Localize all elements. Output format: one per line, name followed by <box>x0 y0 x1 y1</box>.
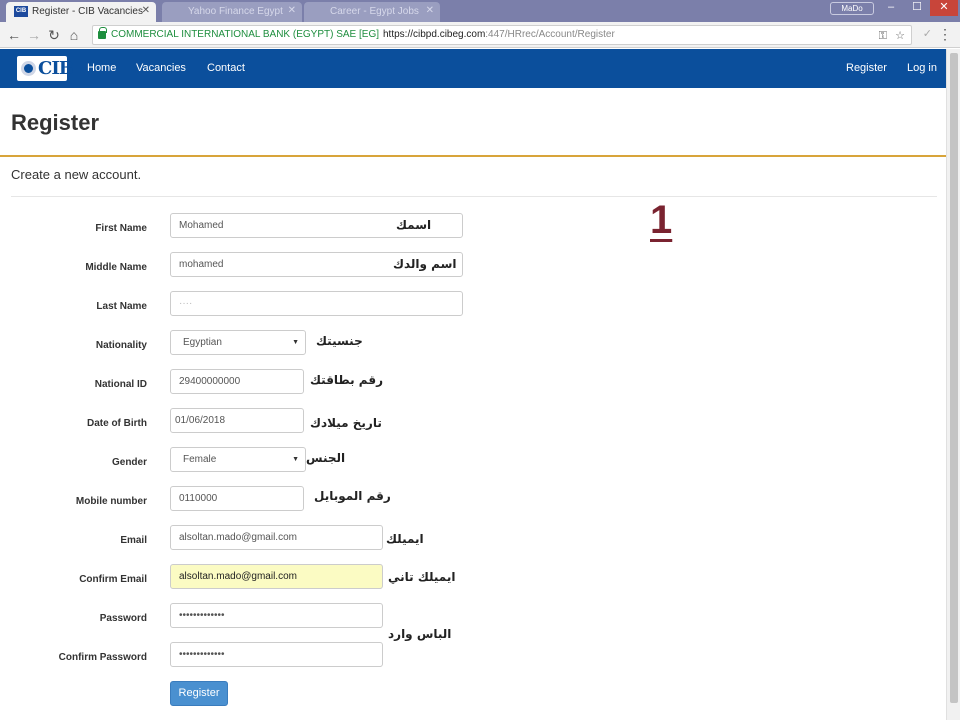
national-id-value: 29400000000 <box>179 376 241 387</box>
first-name-note: اسمك <box>396 218 432 232</box>
email-value: alsoltan.mado@gmail.com <box>179 532 297 543</box>
gender-note: الجنس <box>306 451 346 465</box>
last-name-label: Last Name <box>96 301 147 312</box>
maximize-icon[interactable]: ☐ <box>904 0 930 16</box>
page-scrollbar[interactable] <box>946 49 960 720</box>
cib-logo[interactable]: CIB <box>17 56 74 81</box>
confirm-password-input[interactable]: ••••••••••••• <box>170 642 383 667</box>
menu-icon[interactable]: ⋮ <box>938 26 952 43</box>
certificate-org: COMMERCIAL INTERNATIONAL BANK (EGYPT) SA… <box>111 29 380 40</box>
url-path: :447/HRrec/Account/Register <box>485 29 615 40</box>
page-subtitle: Create a new account. <box>11 167 142 182</box>
cib-favicon-icon: CIB <box>14 6 28 17</box>
browser-toolbar: ← → ↻ ⌂ COMMERCIAL INTERNATIONAL BANK (E… <box>0 22 960 48</box>
browser-title-bar: CIB Register - CIB Vacancies ✕ Yahoo Fin… <box>0 0 960 22</box>
mobile-label: Mobile number <box>75 496 147 507</box>
last-name-value: ···· <box>179 298 193 309</box>
password-label: Password <box>99 613 147 624</box>
nav-vacancies[interactable]: Vacancies <box>136 62 186 74</box>
nationality-label: Nationality <box>95 340 147 351</box>
password-input[interactable]: ••••••••••••• <box>170 603 383 628</box>
confirm-password-label: Confirm Password <box>58 652 147 663</box>
tab-title: Career - Egypt Jobs <box>330 6 419 17</box>
close-window-icon[interactable]: ✕ <box>930 0 958 16</box>
gender-label: Gender <box>111 457 147 468</box>
confirm-password-value: ••••••••••••• <box>179 649 225 660</box>
close-icon[interactable]: ✕ <box>288 5 296 16</box>
last-name-input[interactable]: ···· <box>170 291 463 316</box>
gender-select[interactable]: Female ▼ <box>170 447 306 472</box>
nav-contact[interactable]: Contact <box>207 62 245 74</box>
check-icon[interactable]: ✓ <box>923 27 932 40</box>
mobile-note: رقم الموبايل <box>314 489 391 503</box>
page-title: Register <box>11 110 100 135</box>
url-text: https://cibpd.cibeg.com:447/HRrec/Accoun… <box>383 26 615 44</box>
profile-badge[interactable]: MaDo <box>830 2 874 15</box>
confirm-email-note: ايميلك تاني <box>388 570 456 584</box>
chevron-down-icon: ▼ <box>292 456 299 463</box>
middle-name-note: اسم والدك <box>393 257 457 271</box>
lock-icon <box>98 27 107 39</box>
nationality-note: جنسيتك <box>316 334 363 348</box>
tab-register[interactable]: CIB Register - CIB Vacancies ✕ <box>6 2 156 22</box>
section-divider <box>11 196 937 197</box>
scroll-thumb[interactable] <box>950 53 958 703</box>
close-icon[interactable]: ✕ <box>426 5 434 16</box>
national-id-label: National ID <box>94 379 147 390</box>
back-icon[interactable]: ← <box>6 26 22 44</box>
nav-home[interactable]: Home <box>87 62 116 74</box>
nav-register[interactable]: Register <box>846 62 887 74</box>
tab-title: Yahoo Finance Egypt <box>188 6 283 17</box>
nationality-select[interactable]: Egyptian ▼ <box>170 330 306 355</box>
star-icon[interactable]: ☆ <box>895 27 905 44</box>
password-value: ••••••••••••• <box>179 610 225 621</box>
tab-inactive-1[interactable]: Yahoo Finance Egypt ✕ <box>162 2 302 22</box>
site-navbar: CIB Home Vacancies Contact Register Log … <box>0 49 946 88</box>
tab-inactive-2[interactable]: Career - Egypt Jobs ✕ <box>304 2 440 22</box>
address-bar[interactable]: COMMERCIAL INTERNATIONAL BANK (EGYPT) SA… <box>92 25 912 45</box>
chevron-down-icon: ▼ <box>292 339 299 346</box>
mobile-input[interactable]: 0110000 <box>170 486 304 511</box>
email-label: Email <box>120 535 147 546</box>
home-icon[interactable]: ⌂ <box>66 26 82 44</box>
forward-icon[interactable]: → <box>26 26 42 44</box>
confirm-email-label: Confirm Email <box>79 574 147 585</box>
first-name-value: Mohamed <box>179 220 224 231</box>
reload-icon[interactable]: ↻ <box>46 26 62 44</box>
national-id-note: رقم بطاقتك <box>310 373 383 387</box>
nationality-value: Egyptian <box>183 337 222 348</box>
url-host: https://cibpd.cibeg.com <box>383 29 486 40</box>
title-divider <box>0 155 946 157</box>
minimize-icon[interactable]: – <box>878 0 904 16</box>
first-name-label: First Name <box>95 223 147 234</box>
key-icon[interactable]: ⚿ <box>879 27 887 44</box>
dob-label: Date of Birth <box>87 418 147 429</box>
middle-name-label: Middle Name <box>85 262 147 273</box>
confirm-email-value: alsoltan.mado@gmail.com <box>179 571 297 582</box>
middle-name-value: mohamed <box>179 259 224 270</box>
nav-login[interactable]: Log in <box>907 62 937 74</box>
national-id-input[interactable]: 29400000000 <box>170 369 304 394</box>
logo-text: CIB <box>38 58 74 79</box>
dob-note: تاريخ ميلادك <box>310 416 382 430</box>
confirm-email-input[interactable]: alsoltan.mado@gmail.com <box>170 564 383 589</box>
register-button[interactable]: Register <box>170 681 228 706</box>
close-icon[interactable]: ✕ <box>142 5 150 16</box>
step-number: 1 <box>650 198 673 242</box>
email-input[interactable]: alsoltan.mado@gmail.com <box>170 525 383 550</box>
tab-title: Register - CIB Vacancies <box>32 6 143 17</box>
email-note: ايميلك <box>386 532 424 546</box>
gender-value: Female <box>183 454 217 465</box>
dob-input[interactable]: 01/06/2018 <box>170 408 304 433</box>
password-note: الباس وارد <box>388 627 452 641</box>
mobile-value: 0110000 <box>179 493 218 504</box>
dob-value: 01/06/2018 <box>175 415 226 426</box>
logo-ring-icon <box>21 61 36 76</box>
